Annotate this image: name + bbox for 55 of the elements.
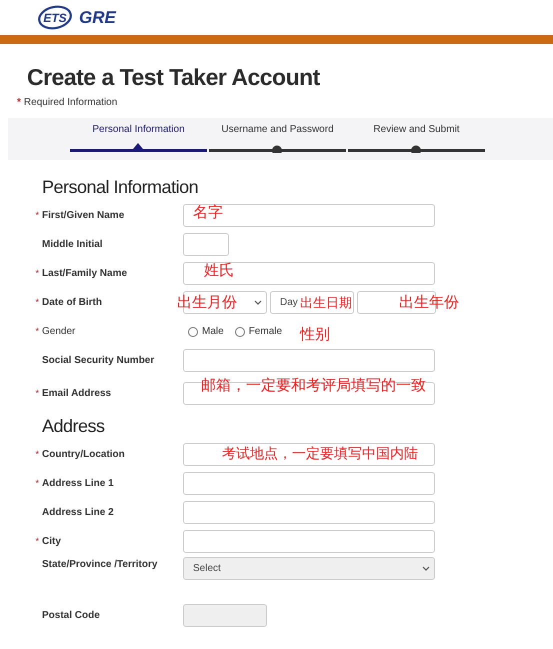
input-field[interactable] <box>183 443 435 466</box>
required-asterisk: * <box>34 266 40 280</box>
section-heading: Personal Information <box>41 176 198 198</box>
annotation-text: 出生月份 <box>177 295 237 310</box>
annotation-text: 考试地点，一定要填写中国内陆 <box>222 446 418 460</box>
chevron-down-icon <box>422 566 430 571</box>
field-label: Last/Family Name <box>42 267 128 281</box>
input-field[interactable] <box>183 472 435 495</box>
gre-logo: GRE <box>79 6 116 29</box>
input-field[interactable] <box>183 349 435 372</box>
required-asterisk: * <box>34 534 40 548</box>
annotation-text: 名字 <box>193 205 223 220</box>
radio-label: Male <box>202 325 224 339</box>
chevron-down-icon <box>254 300 262 305</box>
annotation-text: 出生年份 <box>399 295 459 310</box>
required-asterisk: * <box>34 324 40 338</box>
radio-label: Female <box>248 325 282 339</box>
field-label: Postal Code <box>42 609 101 623</box>
required-asterisk: * <box>17 96 21 110</box>
annotation-text: 邮箱，一定要和考评局填写的一致 <box>201 378 426 393</box>
field-label: Address Line 1 <box>42 477 115 491</box>
page-title: Create a Test Taker Account <box>27 63 320 92</box>
required-asterisk: * <box>34 208 40 222</box>
step-tab[interactable]: Personal Information <box>92 122 185 137</box>
radio-button[interactable] <box>188 326 198 336</box>
required-asterisk: * <box>34 296 40 309</box>
section-heading: Address <box>41 415 105 437</box>
ets-logo: ETS <box>37 5 73 30</box>
annotation-text: 出生日期 <box>300 296 352 309</box>
input-field[interactable] <box>183 262 435 285</box>
required-asterisk: * <box>34 386 40 400</box>
annotation-text: 姓氏 <box>204 263 234 278</box>
field-label: Address Line 2 <box>42 506 115 520</box>
required-note: Required Information <box>24 96 118 110</box>
input-field[interactable] <box>183 604 267 627</box>
state-select[interactable]: Select <box>183 557 435 580</box>
field-label: City <box>42 535 62 549</box>
field-label: State/Province /Territory <box>42 558 158 572</box>
input-field[interactable] <box>183 204 435 227</box>
field-label: Social Security Number <box>42 354 156 368</box>
field-label: First/Given Name <box>42 209 126 223</box>
field-label: Middle Initial <box>42 238 104 252</box>
input-field[interactable] <box>183 530 435 553</box>
step-tab[interactable]: Username and Password <box>221 122 334 137</box>
annotation-text: 性别 <box>300 327 330 342</box>
input-field[interactable] <box>183 233 229 256</box>
field-label: Country/Location <box>42 448 126 462</box>
input-field[interactable] <box>183 501 435 524</box>
step-tab[interactable]: Review and Submit <box>373 122 460 137</box>
field-label: Email Address <box>42 387 112 401</box>
field-label: Date of Birth <box>42 296 103 310</box>
radio-button[interactable] <box>234 326 245 336</box>
required-asterisk: * <box>34 448 40 461</box>
required-asterisk: * <box>34 476 40 490</box>
field-label: Gender <box>42 325 76 339</box>
